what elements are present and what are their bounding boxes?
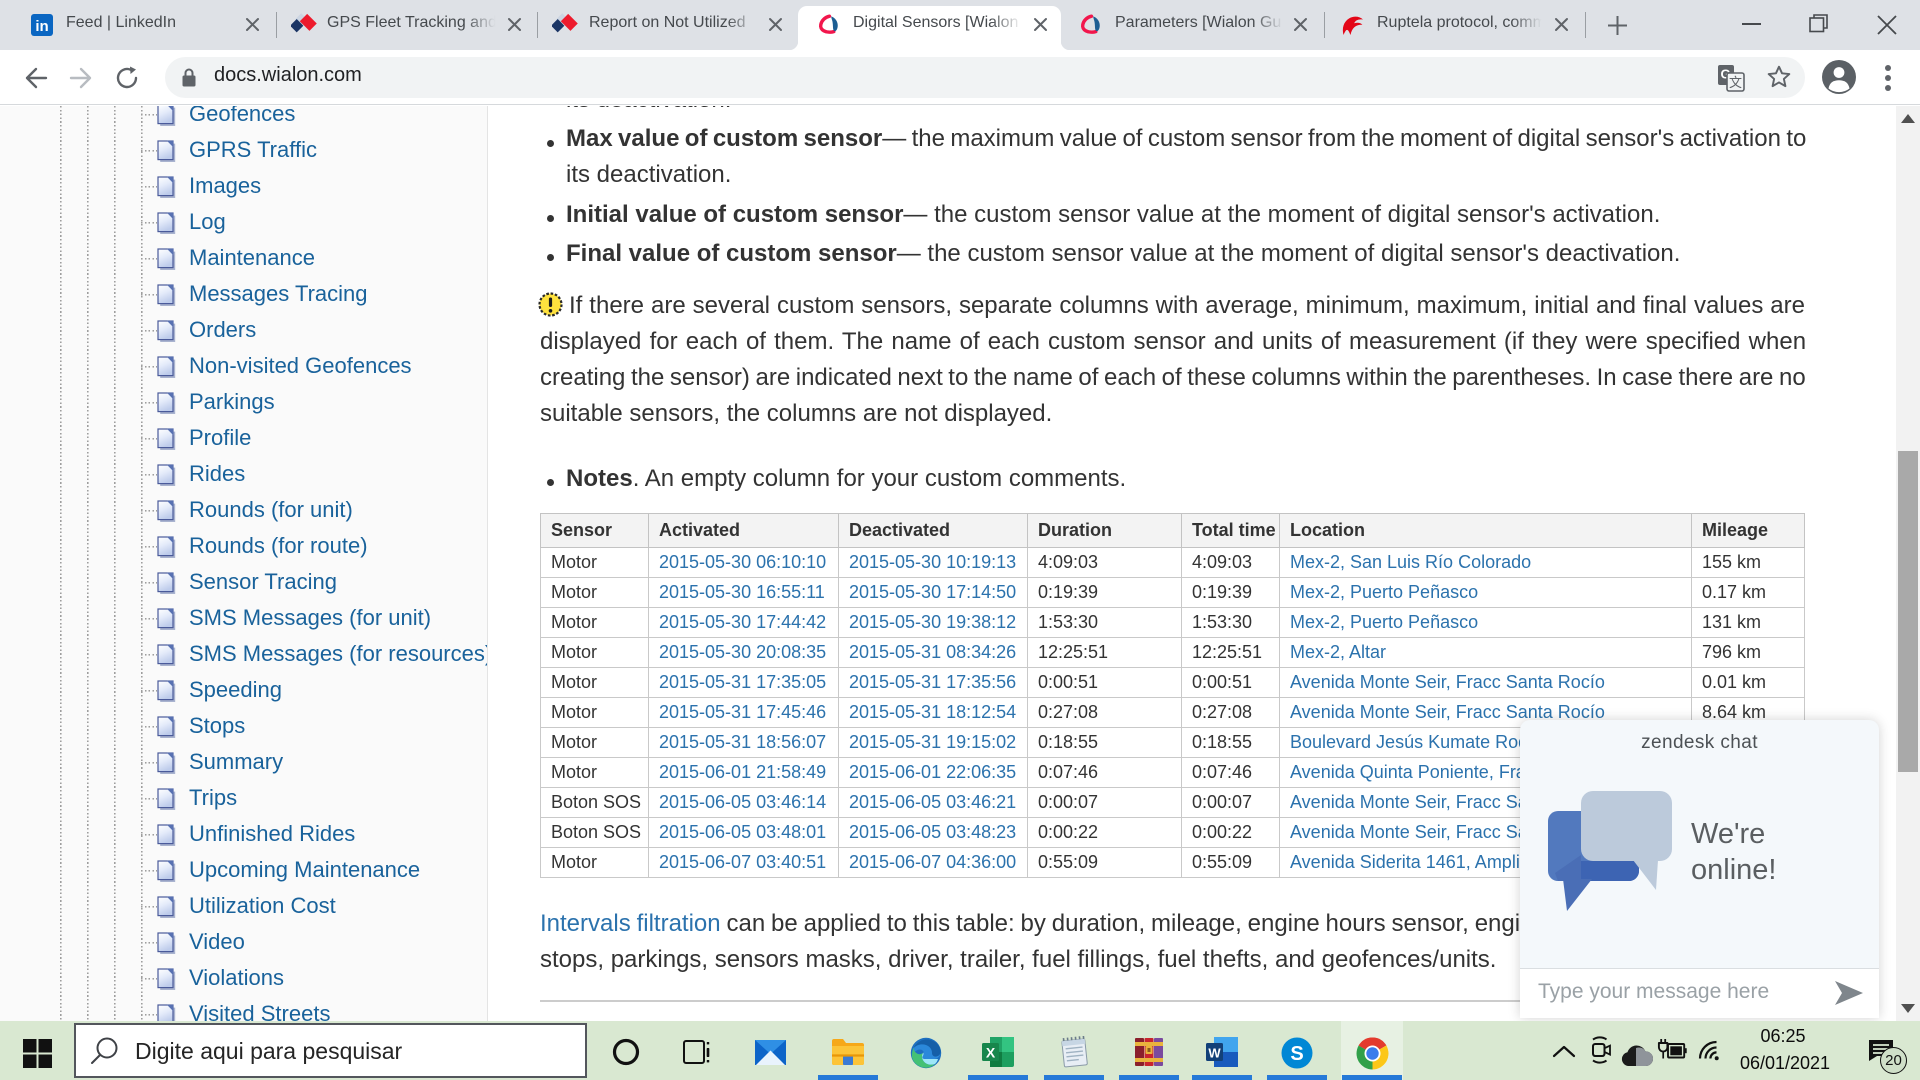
svg-text:X: X <box>986 1045 996 1061</box>
svg-text:S: S <box>1290 1043 1303 1065</box>
svg-text:W: W <box>1208 1046 1221 1061</box>
svg-text:in: in <box>35 18 48 35</box>
svg-text:文: 文 <box>1729 75 1742 90</box>
